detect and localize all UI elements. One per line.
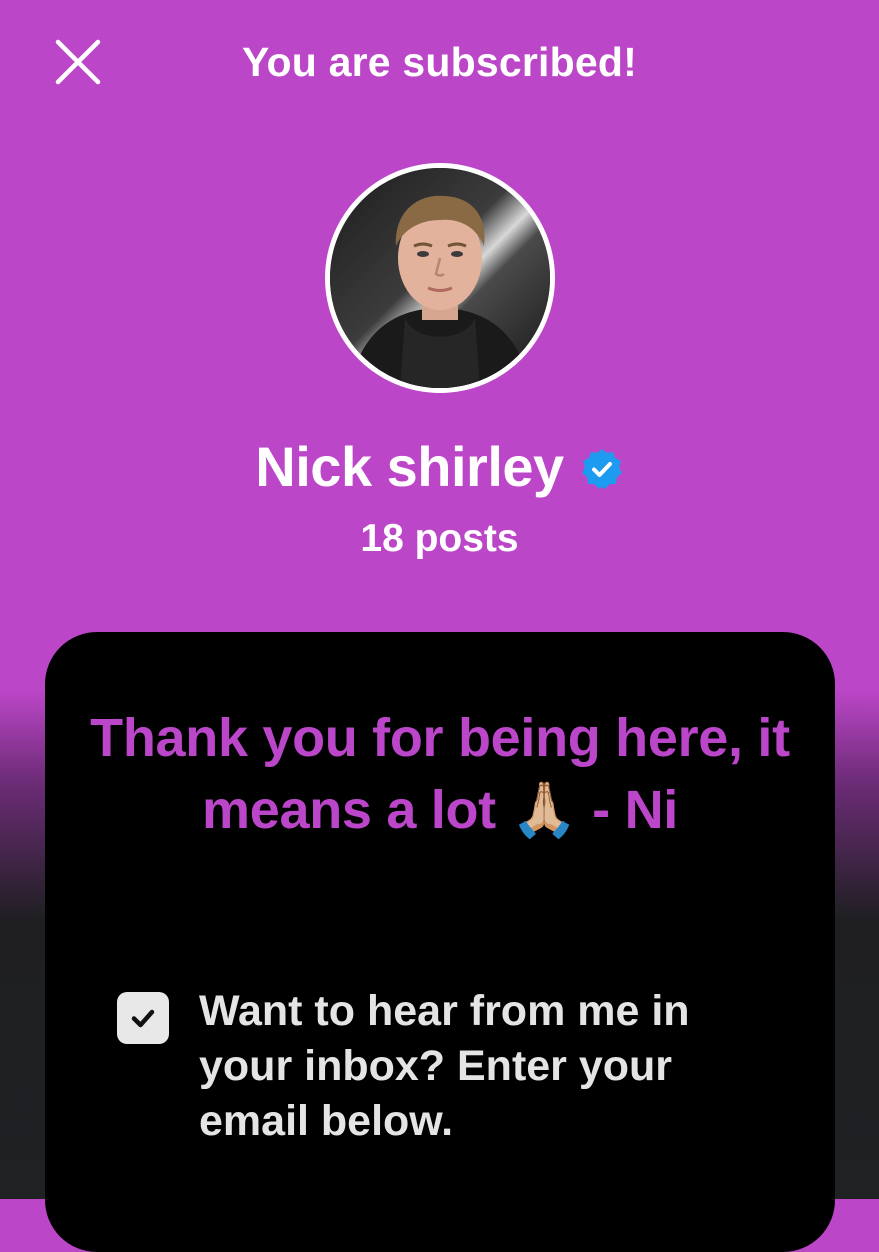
thank-you-message: Thank you for being here, it means a lot… xyxy=(90,708,790,840)
avatar-photo xyxy=(330,168,550,388)
verified-badge-icon xyxy=(580,447,624,491)
post-count: 18 posts xyxy=(360,517,519,560)
page-title: You are subscribed! xyxy=(242,39,637,85)
profile-name-row: Nick shirley xyxy=(0,432,879,502)
email-optin-checkbox[interactable] xyxy=(117,992,169,1044)
profile-name[interactable]: Nick shirley xyxy=(255,432,564,502)
subscription-card: Thank you for being here, it means a lot… xyxy=(45,632,835,1252)
checkmark-icon xyxy=(131,1009,155,1028)
avatar[interactable] xyxy=(325,163,555,393)
email-optin-label: Want to hear from me in your inbox? Ente… xyxy=(199,987,690,1145)
